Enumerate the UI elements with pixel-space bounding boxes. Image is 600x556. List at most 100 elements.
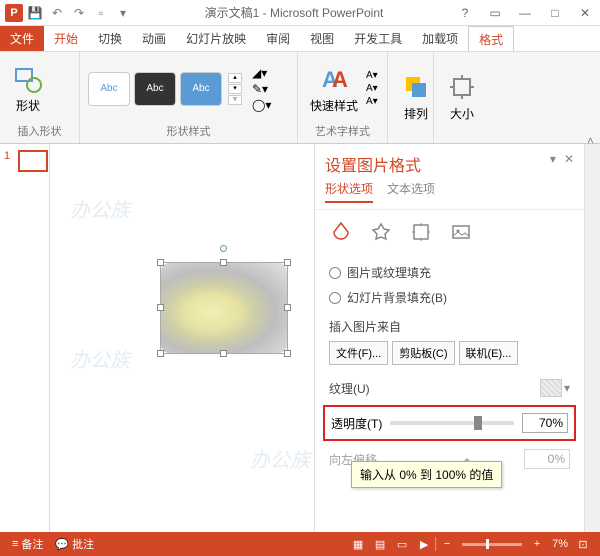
maximize-icon[interactable]: □ [540,1,570,25]
style-gallery-more-icon[interactable]: ▿ [228,95,242,105]
selected-shape[interactable] [160,262,288,354]
radio-slide-bg-fill[interactable]: 幻灯片背景填充(B) [329,285,570,310]
shape-fill-icon[interactable]: ◢▾ [252,66,271,80]
resize-handle-sw[interactable] [157,350,164,357]
slide-number: 1 [4,150,10,162]
zoom-slider[interactable] [462,543,522,546]
normal-view-icon[interactable]: ▦ [347,535,369,553]
tab-slideshow[interactable]: 幻灯片放映 [176,26,256,51]
style-gallery-up-icon[interactable]: ▴ [228,73,242,83]
arrange-button[interactable]: 排列 [396,67,436,126]
zoom-out-icon[interactable]: − [436,535,458,553]
transparency-input[interactable]: 70% [522,413,568,433]
zoom-in-icon[interactable]: + [526,535,548,553]
transparency-label: 透明度(T) [331,415,382,432]
wordart-styles-button[interactable]: AA 快速样式 [306,59,362,118]
tab-format[interactable]: 格式 [468,26,514,51]
transparency-tooltip: 输入从 0% 到 100% 的值 [351,461,502,488]
svg-text:A: A [332,67,348,92]
tab-file[interactable]: 文件 [0,26,44,51]
tab-review[interactable]: 审阅 [256,26,300,51]
text-fill-icon[interactable]: A▾ [366,70,378,81]
radio-picture-fill[interactable]: 图片或纹理填充 [329,260,570,285]
tab-animations[interactable]: 动画 [132,26,176,51]
close-icon[interactable]: ✕ [570,1,600,25]
collapse-ribbon-icon[interactable]: ˄ [587,134,594,148]
status-notes-button[interactable]: ≡备注 [6,536,49,552]
pane-tab-shape-options[interactable]: 形状选项 [325,180,373,203]
pane-options-icon[interactable]: ▾ [550,152,556,176]
size-button[interactable]: 大小 [442,67,482,126]
slide-canvas[interactable]: 办公族 办公族 办公族 [50,144,314,532]
pane-close-icon[interactable]: ✕ [564,152,574,176]
group-shape-styles-label: 形状样式 [88,121,289,139]
shape-style-thumb-2[interactable]: Abc [134,72,176,106]
shapes-button[interactable]: 形状 [8,59,48,118]
resize-handle-se[interactable] [284,350,291,357]
pane-scrollbar[interactable] [584,144,600,532]
wordart-label: 快速样式 [310,97,358,114]
resize-handle-w[interactable] [157,304,164,311]
save-icon[interactable]: 💾 [25,3,45,23]
text-outline-icon[interactable]: A▾ [366,83,378,94]
style-gallery-down-icon[interactable]: ▾ [228,84,242,94]
fill-line-icon[interactable] [329,220,353,244]
fit-window-icon[interactable]: ⊡ [572,535,594,553]
wordart-icon: AA [318,63,350,95]
qat-item-icon[interactable]: ▫ [91,3,111,23]
minimize-icon[interactable]: — [510,1,540,25]
shape-style-thumb-1[interactable]: Abc [88,72,130,106]
window-title: 演示文稿1 - Microsoft PowerPoint [138,4,450,21]
tab-addins[interactable]: 加载项 [412,26,468,51]
qat-dropdown-icon[interactable]: ▾ [113,3,133,23]
resize-handle-e[interactable] [284,304,291,311]
slider-thumb[interactable] [474,416,482,430]
slide-thumbnail-1[interactable] [18,150,48,172]
transparency-slider[interactable] [390,421,514,425]
resize-handle-s[interactable] [220,350,227,357]
notes-icon: ≡ [12,538,18,550]
shape-outline-icon[interactable]: ✎▾ [252,82,271,96]
reading-view-icon[interactable]: ▭ [391,535,413,553]
format-picture-pane: 设置图片格式 ▾ ✕ 形状选项 文本选项 图片或纹理填充 幻灯片背景填充(B) … [314,144,584,532]
insert-online-button[interactable]: 联机(E)... [459,341,519,365]
shape-effects-icon[interactable]: ◯▾ [252,98,271,112]
status-comments-button[interactable]: 💬批注 [49,536,100,552]
comments-icon: 💬 [55,538,69,551]
slideshow-view-icon[interactable]: ▶ [413,535,435,553]
sorter-view-icon[interactable]: ▤ [369,535,391,553]
texture-dropdown-icon[interactable]: ▾ [564,381,570,395]
text-effects-icon[interactable]: A▾ [366,96,378,107]
redo-icon[interactable]: ↷ [69,3,89,23]
insert-from-label: 插入图片来自 [329,310,570,339]
resize-handle-n[interactable] [220,259,227,266]
group-wordart-label: 艺术字样式 [306,121,379,139]
ribbon-display-icon[interactable]: ▭ [480,1,510,25]
undo-icon[interactable]: ↶ [47,3,67,23]
picture-icon[interactable] [449,220,473,244]
offset-input[interactable]: 0% [524,449,570,469]
size-properties-icon[interactable] [409,220,433,244]
tab-developer[interactable]: 开发工具 [344,26,412,51]
size-label: 大小 [450,105,474,122]
help-icon[interactable]: ? [450,1,480,25]
texture-picker[interactable] [540,379,562,397]
effects-icon[interactable] [369,220,393,244]
rotate-handle[interactable] [220,245,227,252]
texture-label: 纹理(U) [329,380,370,397]
pane-tab-text-options[interactable]: 文本选项 [387,180,435,203]
insert-file-button[interactable]: 文件(F)... [329,341,388,365]
tab-view[interactable]: 视图 [300,26,344,51]
pane-title: 设置图片格式 [325,152,421,176]
shapes-label: 形状 [16,97,40,114]
resize-handle-nw[interactable] [157,259,164,266]
insert-clipboard-button[interactable]: 剪贴板(C) [392,341,454,365]
shape-fill-image [161,263,287,353]
resize-handle-ne[interactable] [284,259,291,266]
arrange-label: 排列 [404,105,428,122]
zoom-level: 7% [548,538,572,550]
app-logo-icon: P [5,4,23,22]
tab-transitions[interactable]: 切换 [88,26,132,51]
tab-home[interactable]: 开始 [44,26,88,51]
shape-style-thumb-3[interactable]: Abc [180,72,222,106]
